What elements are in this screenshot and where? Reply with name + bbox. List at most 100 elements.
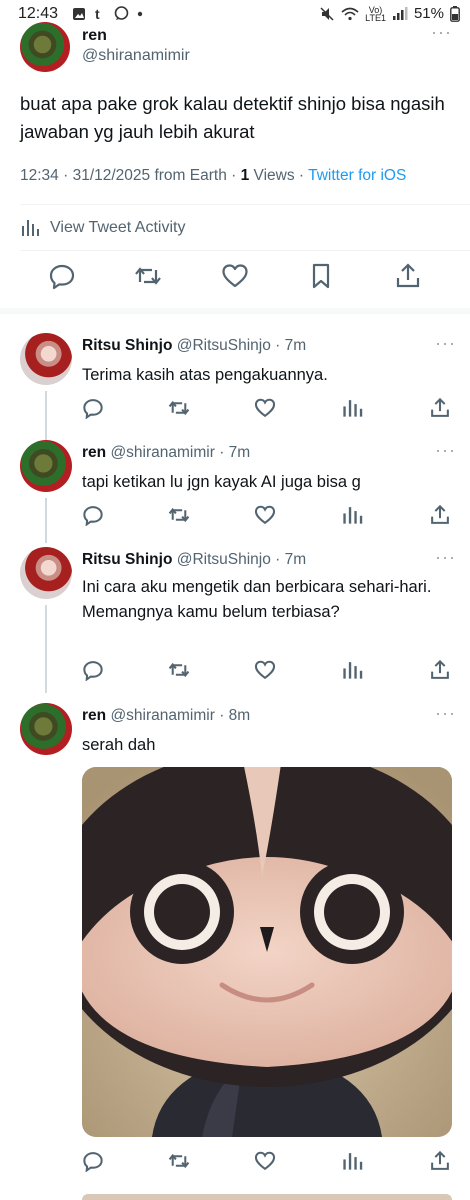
reply-actions (0, 397, 470, 419)
tumblr-icon: t (95, 7, 100, 21)
meta-separator: · (226, 167, 241, 184)
reply-handle[interactable]: @RitsuShinjo (177, 337, 271, 354)
reply-tweet[interactable]: ren @shiranamimir · 7m ··· tapi ketikan … (0, 440, 470, 543)
main-tweet-header: ren @shiranamimir ··· (20, 22, 460, 72)
reply-header: Ritsu Shinjo @RitsuShinjo · 7m (82, 551, 306, 569)
reply-author-name[interactable]: ren (82, 707, 106, 724)
status-time: 12:43 (18, 5, 59, 22)
more-icon[interactable]: ··· (435, 703, 456, 724)
reply-icon[interactable] (82, 504, 104, 526)
signal-icon (392, 6, 408, 20)
reply-tweet[interactable]: Ritsu Shinjo @RitsuShinjo · 7m ··· Ini c… (0, 547, 470, 693)
avatar[interactable] (20, 22, 70, 72)
share-icon[interactable] (429, 659, 451, 681)
gallery-icon (73, 7, 85, 20)
reply-text: tapi ketikan lu jgn kayak AI juga bisa g (82, 473, 361, 491)
reply-actions (0, 1150, 470, 1172)
svg-text:t: t (95, 7, 100, 21)
reply-actions (0, 659, 470, 681)
reply-tweet[interactable]: Ritsu Shinjo @RitsuShinjo · 7m ··· Terim… (0, 333, 470, 481)
divider (20, 204, 470, 205)
reply-age: 8m (228, 707, 251, 724)
author-name[interactable]: ren (82, 27, 107, 45)
network-label-bottom: LTE1 (365, 12, 386, 23)
reply-handle[interactable]: @shiranamimir (110, 444, 214, 461)
retweet-icon[interactable] (168, 1150, 190, 1172)
attached-image[interactable] (82, 767, 452, 1137)
reply-header: ren @shiranamimir · 7m (82, 444, 250, 462)
views-icon (22, 220, 39, 236)
views-icon[interactable] (341, 504, 363, 526)
retweet-icon[interactable] (168, 659, 190, 681)
tweet-date: 31/12/2025 (72, 167, 151, 184)
reply-header: ren @shiranamimir · 8m (82, 707, 250, 725)
tweet-meta: 12:34 · 31/12/2025 from Earth · 1 Views … (20, 167, 460, 185)
reply-header: Ritsu Shinjo @RitsuShinjo · 7m (82, 337, 306, 355)
reply-handle[interactable]: @shiranamimir (110, 707, 214, 724)
section-divider (0, 308, 470, 314)
more-icon[interactable]: ··· (435, 440, 456, 461)
avatar[interactable] (20, 703, 72, 755)
share-icon[interactable] (429, 397, 451, 419)
chat-bubble-icon (114, 6, 129, 20)
like-icon[interactable] (221, 262, 249, 290)
more-icon[interactable]: ··· (435, 333, 456, 354)
main-tweet-actions (0, 262, 470, 298)
notification-icons: t (72, 6, 143, 21)
reply-tweet[interactable]: ren @shiranamimir · 8m ··· serah dah (0, 703, 470, 1178)
avatar[interactable] (20, 333, 72, 385)
mute-icon (320, 6, 334, 21)
view-tweet-activity-button[interactable]: View Tweet Activity (20, 214, 185, 242)
tweet-text: buat apa pake grok kalau detektif shinjo… (20, 93, 445, 142)
retweet-icon[interactable] (168, 504, 190, 526)
client-link[interactable]: Twitter for iOS (308, 167, 406, 184)
meta-separator: · (294, 167, 309, 184)
battery-percent: 51% (413, 5, 444, 22)
tweet-time: 12:34 (20, 167, 59, 184)
reply-text: Ini cara aku mengetik dan berbicara seha… (82, 578, 432, 621)
more-icon[interactable]: ··· (435, 547, 456, 568)
reply-age: 7m (284, 551, 307, 568)
views-count: 1 (240, 167, 250, 184)
share-icon[interactable] (429, 1150, 451, 1172)
like-icon[interactable] (254, 504, 276, 526)
like-icon[interactable] (254, 397, 276, 419)
divider (20, 250, 470, 251)
share-icon[interactable] (394, 262, 422, 290)
avatar[interactable] (20, 547, 72, 599)
reply-icon[interactable] (82, 1150, 104, 1172)
meta-separator: · (270, 551, 285, 568)
share-icon[interactable] (429, 504, 451, 526)
avatar[interactable] (20, 440, 72, 492)
meta-separator: · (270, 337, 285, 354)
tweet-location: from Earth (154, 167, 227, 184)
author-handle[interactable]: @shiranamimir (82, 47, 190, 65)
retweet-icon[interactable] (168, 397, 190, 419)
meta-separator: · (214, 707, 229, 724)
reply-icon[interactable] (82, 659, 104, 681)
views-icon[interactable] (341, 1150, 363, 1172)
meta-separator: · (58, 167, 73, 184)
reply-text: serah dah (82, 736, 156, 754)
reply-age: 7m (284, 337, 307, 354)
like-icon[interactable] (254, 659, 276, 681)
bookmark-icon[interactable] (307, 262, 335, 290)
reply-author-name[interactable]: Ritsu Shinjo (82, 551, 172, 568)
views-label: Views (253, 167, 295, 184)
reply-actions (0, 504, 470, 526)
reply-icon[interactable] (82, 397, 104, 419)
like-icon[interactable] (254, 1150, 276, 1172)
reply-author-name[interactable]: ren (82, 444, 106, 461)
views-icon[interactable] (341, 397, 363, 419)
reply-handle[interactable]: @RitsuShinjo (177, 551, 271, 568)
next-media-peek (82, 1194, 452, 1200)
dot-icon (137, 11, 143, 16)
more-icon[interactable]: ··· (431, 22, 452, 43)
system-icons: Vo) LTE1 51% (319, 5, 460, 22)
reply-author-name[interactable]: Ritsu Shinjo (82, 337, 172, 354)
reply-text: Terima kasih atas pengakuannya. (82, 366, 328, 384)
retweet-icon[interactable] (134, 262, 162, 290)
reply-icon[interactable] (48, 262, 76, 290)
activity-label: View Tweet Activity (50, 219, 186, 236)
views-icon[interactable] (341, 659, 363, 681)
